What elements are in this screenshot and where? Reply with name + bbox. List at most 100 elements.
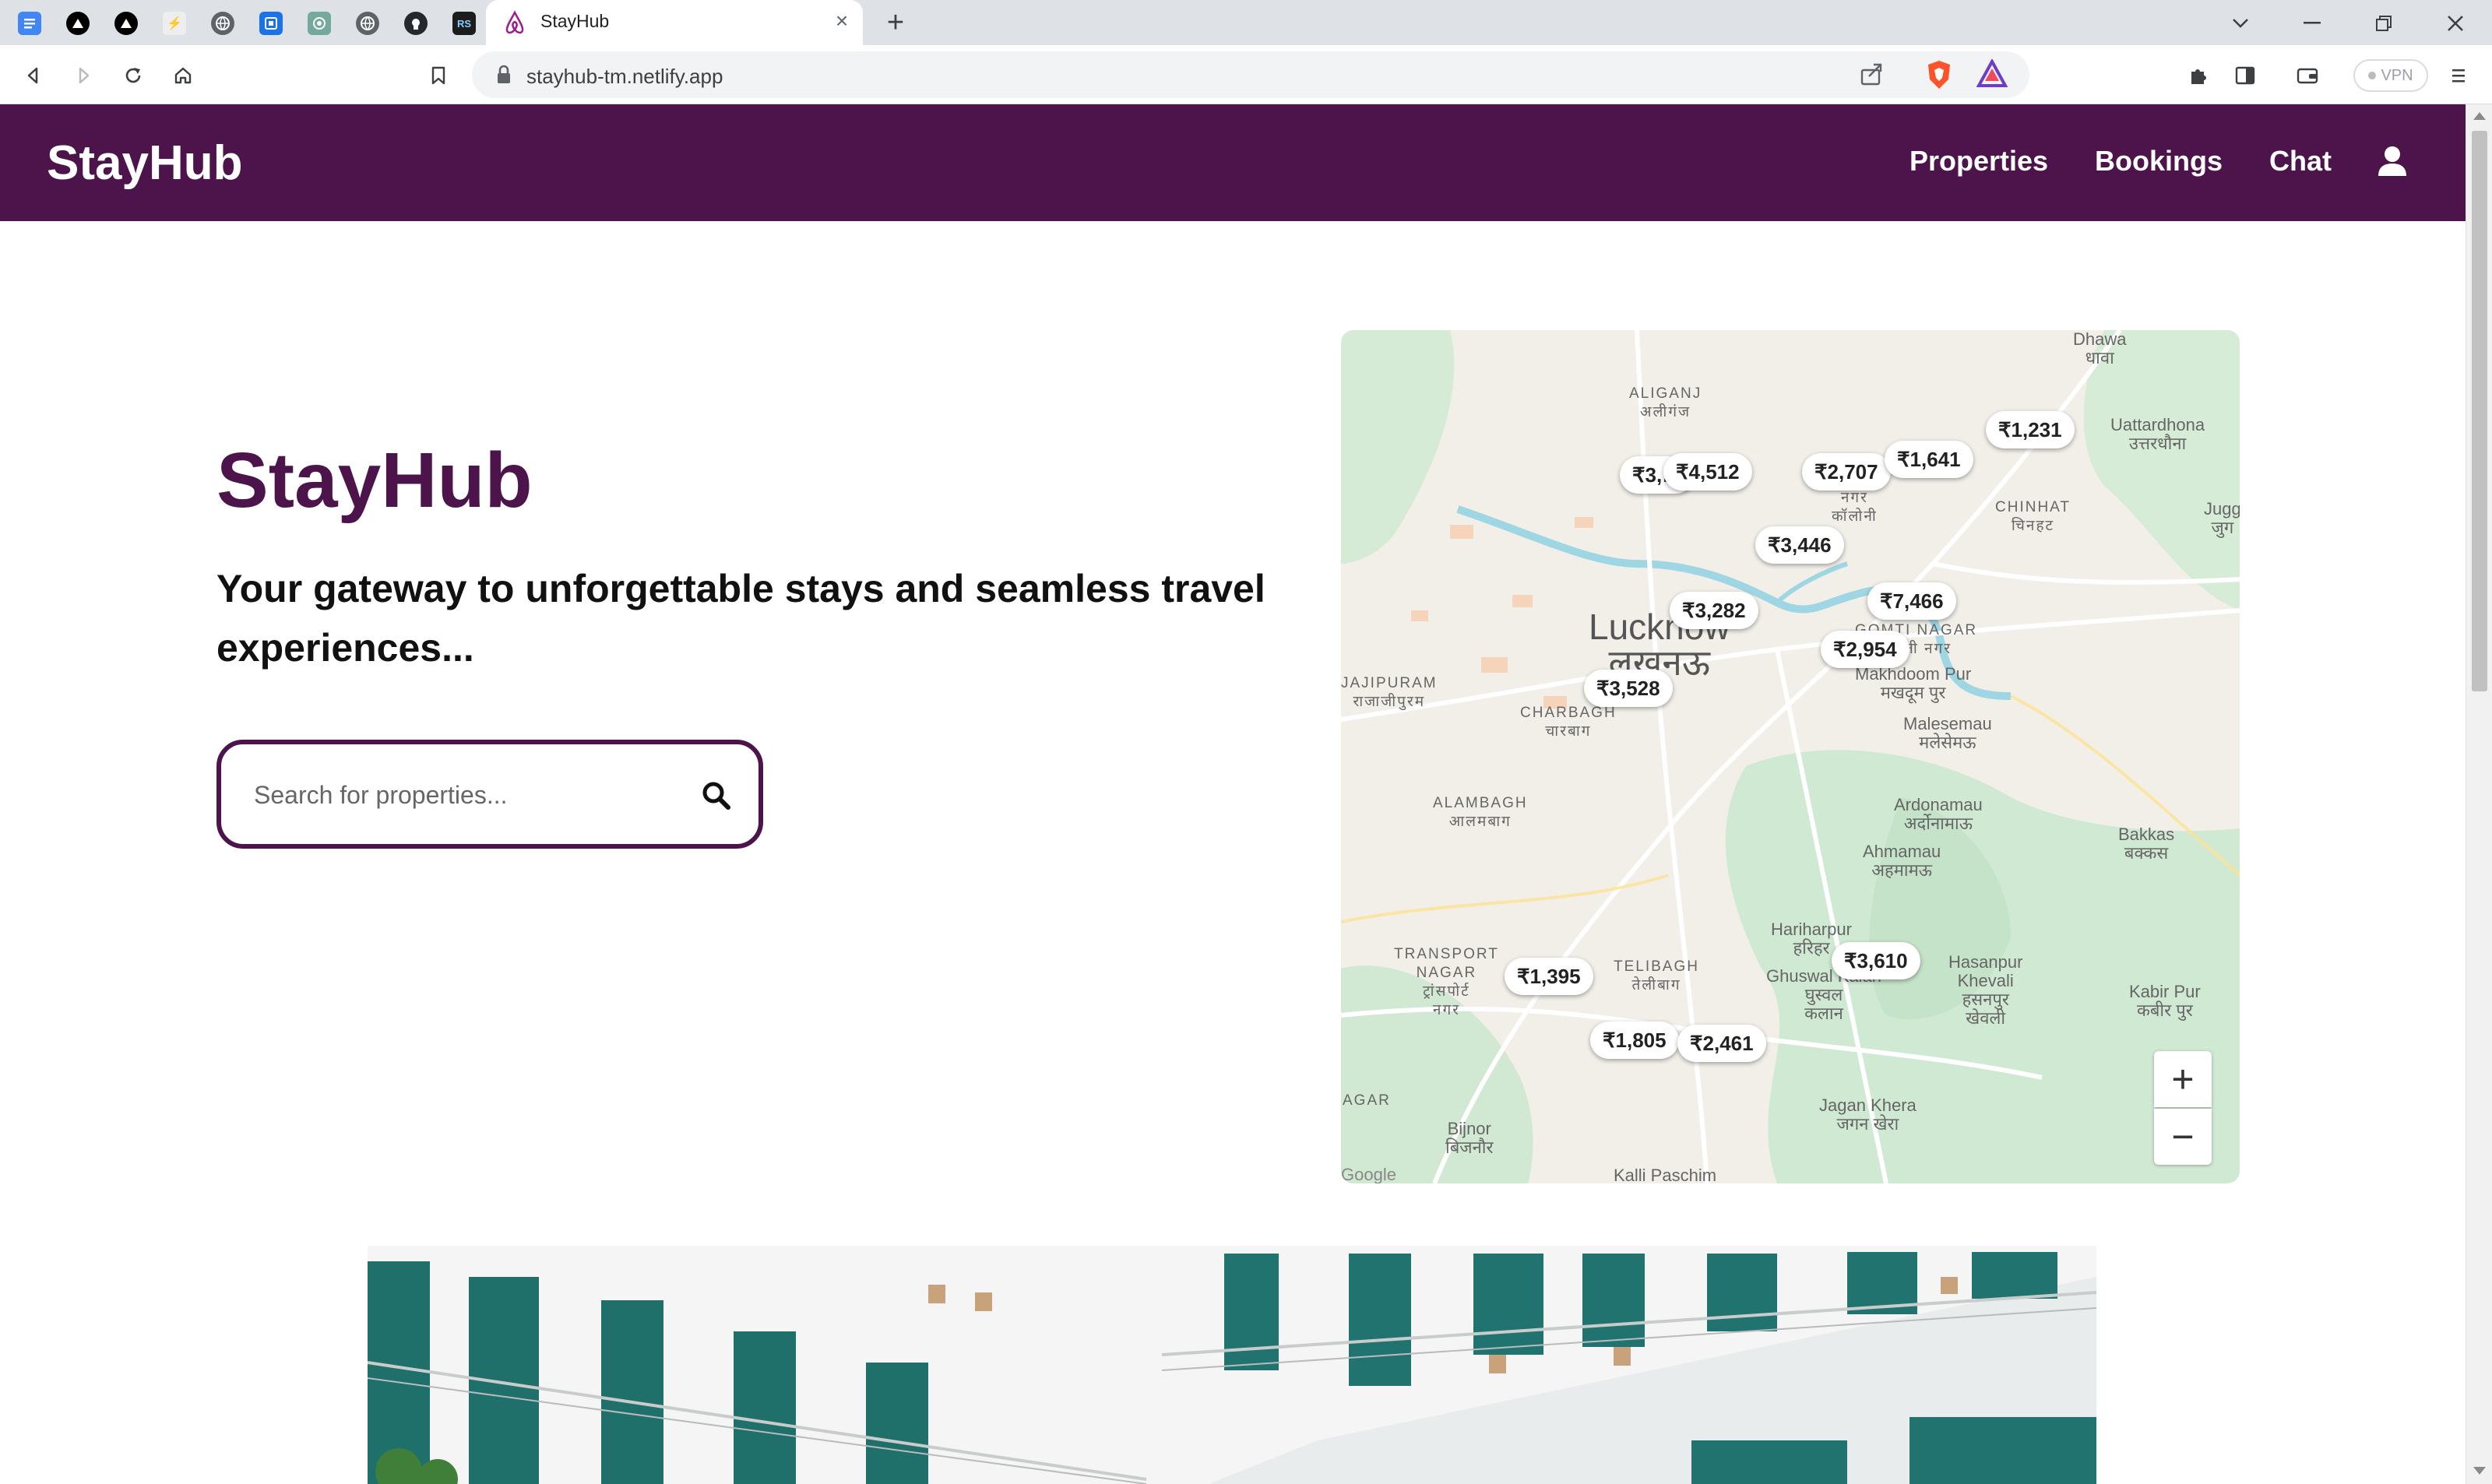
rs-icon: RS	[452, 12, 476, 35]
zoom-in-button[interactable]: +	[2154, 1051, 2212, 1107]
brave-shield-icon[interactable]	[1925, 59, 1953, 94]
price-pin[interactable]: ₹7,466	[1867, 582, 1956, 620]
pinned-tab-globe-1[interactable]	[207, 8, 238, 39]
scroll-up-icon[interactable]	[2473, 112, 2486, 120]
pinned-tab-rs[interactable]: RS	[449, 8, 480, 39]
map-label-transport: TRANSPORT NAGAR ट्रांसपोर्ट नगर	[1394, 946, 1499, 1018]
bolt-icon: ⚡	[163, 12, 186, 35]
search-input[interactable]	[252, 775, 673, 814]
scroll-thumb[interactable]	[2472, 131, 2487, 691]
map-label-ardonamau: Ardonamau अर्दोनामाऊ	[1894, 795, 1983, 833]
pinned-tab-vercel-1[interactable]	[62, 8, 93, 39]
bookmark-icon[interactable]	[421, 58, 456, 93]
price-pin[interactable]: ₹1,231	[1986, 411, 2075, 448]
brand-logo[interactable]: StayHub	[47, 135, 242, 191]
price-pin[interactable]: ₹3,610	[1832, 942, 1920, 979]
map-label-charbagh: CHARBAGH चारबाग	[1520, 705, 1617, 740]
map-label-telibagh: TELIBAGH तेलीबाग	[1614, 958, 1699, 993]
pinned-tab-github[interactable]	[400, 8, 431, 39]
property-map[interactable]: ALIGANJ अलीगंज Dhawa धावा Uattardhona उत्तर…	[1341, 330, 2240, 1183]
pinned-tab-vercel-2[interactable]	[111, 8, 142, 39]
restore-icon[interactable]	[2364, 6, 2403, 40]
map-label-dhawa: Dhawa धावा	[2073, 330, 2127, 367]
extensions-icon[interactable]	[2180, 58, 2216, 93]
map-label-jugg: Jugg जुग	[2204, 499, 2240, 537]
lock-icon	[498, 65, 510, 83]
price-pin[interactable]: ₹1,805	[1590, 1022, 1679, 1059]
map-label-jagan: Jagan Khera जगन खेरा	[1819, 1095, 1917, 1134]
brave-rewards-icon[interactable]	[1976, 58, 2008, 93]
pinned-tab-bolt[interactable]: ⚡	[159, 8, 190, 39]
map-attribution: Google	[1341, 1165, 1396, 1183]
nav-bookings[interactable]: Bookings	[2095, 145, 2223, 178]
price-pin[interactable]: ₹3,528	[1584, 670, 1673, 707]
map-label-kabir: Kabir Pur कबीर पुर	[2129, 982, 2201, 1020]
back-icon[interactable]	[16, 58, 51, 93]
map-label-hasanpur: Hasanpur Khevali हसनपुर खेवली	[1948, 952, 2023, 1028]
close-tab-icon[interactable]: ×	[829, 8, 855, 34]
vercel-icon	[66, 12, 90, 35]
active-tab[interactable]: StayHub ×	[486, 0, 863, 45]
map-label-nagar-colony: नगर कॉलोनी	[1832, 490, 1878, 525]
sidebar-icon[interactable]	[2227, 58, 2263, 93]
browser-tab-bar: ⚡ RS StayHub × +	[0, 0, 2492, 45]
map-label-agar: AGAR	[1343, 1092, 1391, 1109]
home-icon[interactable]	[165, 58, 201, 93]
tab-search-icon[interactable]	[2221, 6, 2260, 40]
price-pin[interactable]: ₹2,954	[1821, 631, 1909, 668]
pinned-tab-app[interactable]	[255, 8, 287, 39]
nav-chat[interactable]: Chat	[2269, 145, 2332, 178]
pinned-tab-chatgpt[interactable]	[304, 8, 335, 39]
vpn-status-dot-icon	[2368, 72, 2377, 79]
map-label-kalli: Kalli Paschim	[1614, 1166, 1717, 1184]
pinned-tab-docs[interactable]	[14, 8, 45, 39]
app-header: StayHub Properties Bookings Chat	[0, 104, 2466, 221]
price-pin[interactable]: ₹1,395	[1505, 958, 1593, 995]
price-pin[interactable]: ₹2,461	[1677, 1025, 1766, 1062]
chatgpt-icon	[308, 12, 331, 35]
share-icon[interactable]	[1858, 61, 1885, 91]
search-bar	[216, 740, 763, 849]
url-text: stayhub-tm.netlify.app	[526, 65, 723, 88]
docs-icon	[18, 12, 41, 35]
zoom-out-button[interactable]: −	[2154, 1109, 2212, 1165]
browser-toolbar: stayhub-tm.netlify.app VPN	[0, 45, 2492, 104]
hero-title: StayHub	[216, 437, 533, 524]
wallet-icon[interactable]	[2290, 58, 2325, 93]
map-tiles	[1341, 330, 2240, 1183]
new-tab-button[interactable]: +	[880, 8, 911, 39]
address-bar[interactable]: stayhub-tm.netlify.app	[472, 51, 2029, 98]
page-scrollbar[interactable]	[2466, 104, 2492, 1484]
forward-icon[interactable]	[65, 58, 101, 93]
map-label-jajipuram: JAJIPURAM राजाजीपुरम	[1341, 675, 1438, 710]
map-label-uattardhona: Uattardhona उत्तरधौना	[2110, 415, 2205, 453]
price-pin[interactable]: ₹3,282	[1670, 592, 1758, 629]
airbnb-icon	[505, 10, 524, 34]
scroll-down-icon[interactable]	[2473, 1467, 2486, 1475]
tab-title: StayHub	[540, 11, 610, 31]
menu-icon[interactable]	[2441, 58, 2476, 93]
vpn-button[interactable]: VPN	[2353, 59, 2428, 92]
minimize-icon[interactable]	[2293, 6, 2332, 40]
price-pin[interactable]: ₹1,641	[1885, 441, 1973, 478]
map-label-alambagh: ALAMBAGH आलमबाग	[1433, 795, 1528, 830]
map-label-malesemau: Malesemau मलेसेमऊ	[1903, 714, 1992, 752]
map-label-makhdoom: Makhdoom Pur मखदूम पुर	[1855, 664, 1972, 702]
pinned-tab-globe-2[interactable]	[352, 8, 383, 39]
map-label-bakkas: Bakkas बक्कस	[2118, 825, 2175, 863]
hotel-building-image	[368, 1246, 2096, 1484]
price-pin[interactable]: ₹4,512	[1663, 453, 1752, 491]
map-label-ahmamau: Ahmamau अहमामऊ	[1863, 842, 1941, 880]
github-icon	[404, 12, 428, 35]
user-icon[interactable]	[2375, 143, 2409, 178]
price-pin[interactable]: ₹3,446	[1755, 526, 1844, 564]
reload-icon[interactable]	[115, 58, 151, 93]
search-icon[interactable]	[701, 780, 732, 811]
globe-icon	[356, 12, 379, 35]
price-pin[interactable]: ₹2,707	[1802, 453, 1891, 491]
nav-properties[interactable]: Properties	[1909, 145, 2048, 178]
map-label-bijnor: Bijnor बिजनौर	[1445, 1119, 1494, 1157]
map-label-chinhat: CHINHAT चिनहट	[1995, 499, 2071, 534]
map-label-aliganj: ALIGANJ अलीगंज	[1629, 385, 1702, 420]
close-window-icon[interactable]	[2436, 6, 2475, 40]
